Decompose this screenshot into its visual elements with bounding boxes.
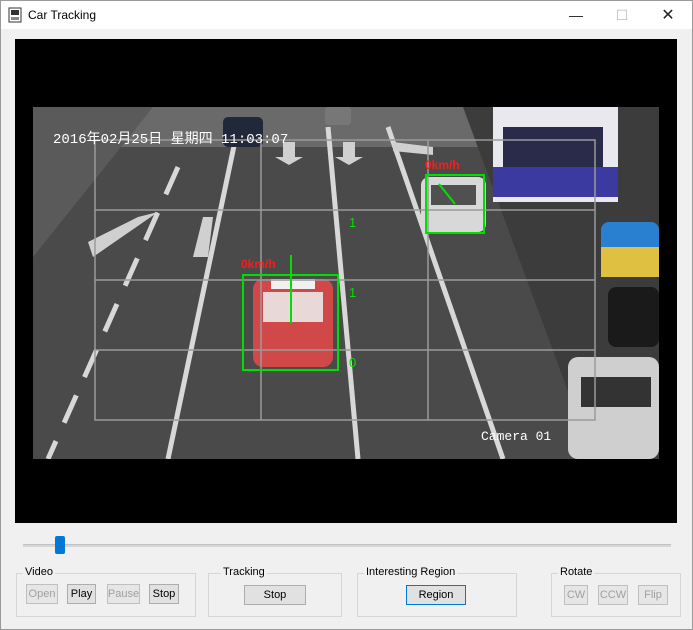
distant-car-2 [325, 107, 351, 125]
speed-label-2: 0km/h [425, 158, 460, 172]
camera-label: Camera 01 [481, 429, 551, 444]
app-window: Car Tracking — ☐ ✕ 2016年02月25日 星期四 11:03… [0, 0, 693, 630]
rotate-cw-button[interactable]: CW [564, 585, 588, 605]
dark-car [608, 287, 659, 347]
video-group: Video Open Play Pause Stop [16, 566, 196, 617]
tracking-stop-button[interactable]: Stop [244, 585, 306, 605]
rotate-group: Rotate CW CCW Flip [551, 566, 681, 617]
red-taxi [253, 279, 333, 367]
video-panel: 2016年02月25日 星期四 11:03:07 Camera 01 0km/h… [15, 39, 677, 523]
tracking-group-label: Tracking [221, 566, 267, 578]
rotate-ccw-button[interactable]: CCW [598, 585, 628, 605]
timestamp-overlay: 2016年02月25日 星期四 11:03:07 [53, 131, 288, 148]
rotate-group-label: Rotate [558, 566, 595, 578]
grid-count-1: 1 [349, 215, 356, 230]
flip-button[interactable]: Flip [638, 585, 668, 605]
pause-button[interactable]: Pause [107, 584, 140, 604]
app-icon [8, 7, 22, 23]
title-bar[interactable]: Car Tracking — ☐ ✕ [1, 1, 692, 29]
video-stop-button[interactable]: Stop [149, 584, 179, 604]
grid-count-2: 1 [349, 285, 356, 300]
play-button[interactable]: Play [67, 584, 96, 604]
region-group: Interesting Region Region [357, 566, 517, 617]
yellow-taxi [601, 222, 659, 277]
region-group-label: Interesting Region [364, 566, 458, 578]
open-button[interactable]: Open [26, 584, 58, 604]
window-title: Car Tracking [28, 8, 97, 22]
close-button[interactable]: ✕ [645, 1, 691, 29]
minimize-button[interactable]: — [553, 1, 599, 29]
seek-slider-track[interactable] [23, 544, 671, 547]
seek-slider-thumb[interactable] [54, 536, 65, 554]
grid-count-3: 0 [349, 355, 356, 370]
region-button[interactable]: Region [406, 585, 466, 605]
maximize-button[interactable]: ☐ [599, 1, 645, 29]
bus [493, 107, 618, 202]
speed-label-1: 0km/h [241, 257, 276, 271]
tracking-group: Tracking Stop [208, 566, 342, 617]
video-frame: 2016年02月25日 星期四 11:03:07 Camera 01 0km/h… [33, 107, 659, 459]
white-sedan [421, 177, 486, 232]
white-suv [568, 357, 659, 459]
video-group-label: Video [23, 566, 55, 578]
